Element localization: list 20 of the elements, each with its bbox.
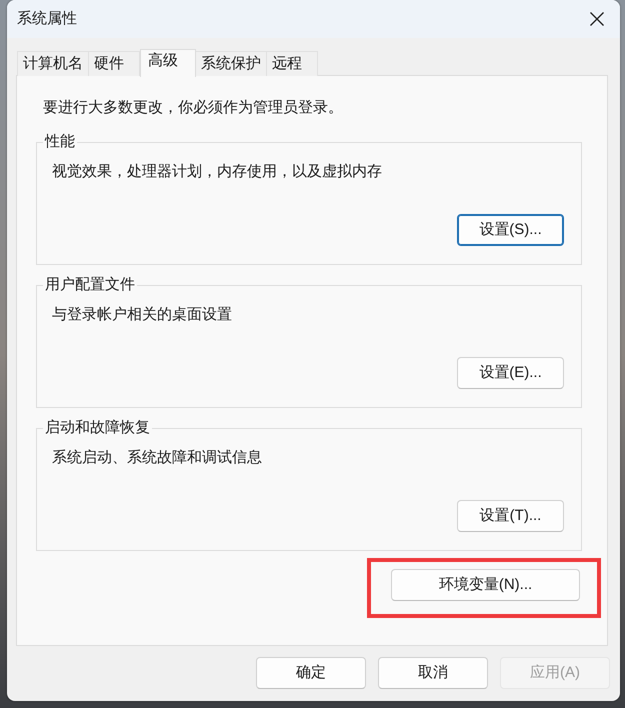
settings-button[interactable]: 设置(E)...: [457, 357, 564, 389]
notice-text: 要进行大多数更改，你必须作为管理员登录。: [43, 99, 343, 117]
group-title: 性能: [43, 133, 77, 151]
group-description: 视觉效果，处理器计划，内存使用，以及虚拟内存: [52, 163, 382, 181]
close-icon[interactable]: [590, 12, 604, 26]
tab[interactable]: 远程: [266, 51, 318, 76]
dialog-button[interactable]: 取消: [378, 657, 488, 689]
dialog-button[interactable]: 确定: [256, 657, 366, 689]
group-title: 用户配置文件: [43, 276, 137, 294]
group-description: 与登录帐户相关的桌面设置: [52, 306, 232, 324]
tab[interactable]: 计算机名: [17, 51, 89, 76]
tab[interactable]: 系统保护: [195, 51, 267, 76]
tab[interactable]: 高级: [140, 49, 196, 77]
group-title: 启动和故障恢复: [43, 419, 152, 437]
settings-button[interactable]: 设置(T)...: [457, 500, 564, 532]
window-title: 系统属性: [17, 10, 77, 28]
settings-button[interactable]: 设置(S)...: [457, 214, 564, 246]
group-description: 系统启动、系统故障和调试信息: [52, 449, 262, 467]
environment-variables-button[interactable]: 环境变量(N)...: [391, 569, 580, 601]
tab[interactable]: 硬件: [88, 51, 140, 76]
